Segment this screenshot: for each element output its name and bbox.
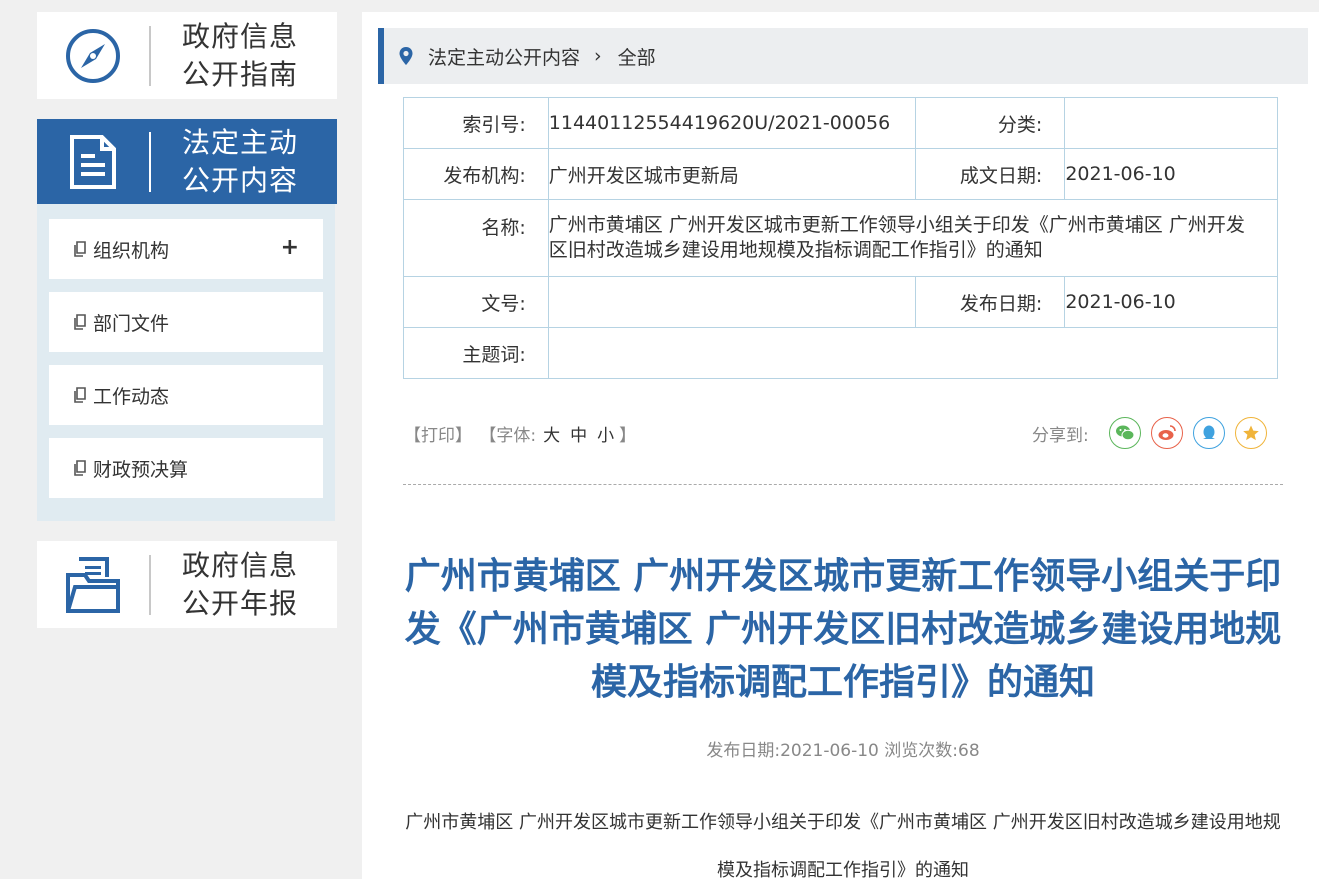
category-value <box>1064 97 1278 149</box>
index-value: 11440112554419620U/2021-00056 <box>547 97 916 149</box>
active-section-card[interactable]: 法定主动 公开内容 <box>37 119 337 204</box>
written-date-value: 2021-06-10 <box>1064 148 1278 200</box>
submenu-item-label: 财政预决算 <box>93 458 189 481</box>
subject-label: 主题词: <box>403 327 549 379</box>
breadcrumb-current[interactable]: 全部 <box>618 43 656 70</box>
subject-value <box>547 327 1279 379</box>
org-label: 发布机构: <box>403 148 549 200</box>
submenu-item-budget[interactable]: 财政预决算 <box>49 438 323 498</box>
submenu-item-work-news[interactable]: 工作动态 <box>49 365 323 425</box>
share-bar: 分享到: <box>1032 417 1277 449</box>
article-body: 广州市黄埔区 广州开发区城市更新工作领导小组关于印发《广州市黄埔区 广州开发区旧… <box>405 812 1281 879</box>
written-date-label: 成文日期: <box>914 148 1066 200</box>
copy-icon <box>74 387 86 403</box>
copy-icon <box>74 314 86 330</box>
name-label: 名称: <box>403 199 549 277</box>
font-large-button[interactable]: 大 <box>543 426 560 446</box>
folder-icon <box>37 541 149 628</box>
submenu-item-label: 工作动态 <box>93 385 170 408</box>
weibo-icon[interactable] <box>1150 417 1183 449</box>
main-content: 法定主动公开内容 › 全部 索引号: 11440112554419620U/20… <box>362 12 1319 879</box>
chevron-right-icon: › <box>594 45 602 67</box>
doc-number-label: 文号: <box>403 276 549 328</box>
font-small-button[interactable]: 小 <box>597 426 614 446</box>
font-medium-button[interactable]: 中 <box>570 426 587 446</box>
org-value: 广州开发区城市更新局 <box>547 148 916 200</box>
name-value: 广州市黄埔区 广州开发区城市更新工作领导小组关于印发《广州市黄埔区 广州开发区旧… <box>547 199 1279 277</box>
font-size-label: 【字体: <box>479 426 537 446</box>
index-label: 索引号: <box>403 97 549 149</box>
article-title: 广州市黄埔区 广州开发区城市更新工作领导小组关于印发《广州市黄埔区 广州开发区旧… <box>404 556 1282 703</box>
submenu-item-label: 部门文件 <box>93 312 170 335</box>
metadata-table: 索引号: 11440112554419620U/2021-00056 分类: 发… <box>403 97 1279 379</box>
publish-date-label: 发布日期: <box>914 276 1066 328</box>
annual-report-title: 政府信息 公开年报 <box>182 548 299 620</box>
location-pin-icon <box>399 47 413 65</box>
copy-icon <box>74 460 86 476</box>
print-button[interactable]: 【打印】 <box>404 426 472 446</box>
left-sidebar: 政府信息 公开指南 法定主动 公开内容 组织机构 + 部门文件 工作动态 财政预… <box>37 12 337 628</box>
copy-icon <box>74 241 86 257</box>
active-section-title: 法定主动 公开内容 <box>182 125 299 197</box>
guide-title: 政府信息 公开指南 <box>182 19 299 91</box>
annual-report-card[interactable]: 政府信息 公开年报 <box>37 541 337 628</box>
divider <box>403 484 1283 485</box>
document-icon <box>37 119 149 204</box>
qzone-icon[interactable] <box>1234 417 1267 449</box>
submenu: 组织机构 + 部门文件 工作动态 财政预决算 <box>37 204 335 521</box>
breadcrumb: 法定主动公开内容 › 全部 <box>378 28 1308 84</box>
breadcrumb-section[interactable]: 法定主动公开内容 <box>428 43 580 70</box>
share-label: 分享到: <box>1032 425 1089 446</box>
guide-card[interactable]: 政府信息 公开指南 <box>37 12 337 99</box>
qq-icon[interactable] <box>1192 417 1225 449</box>
doc-number-value <box>547 276 916 328</box>
article-tools: 【打印】 【字体: 大中小】 <box>404 421 638 446</box>
submenu-item-dept-files[interactable]: 部门文件 <box>49 292 323 352</box>
category-label: 分类: <box>914 97 1066 149</box>
submenu-item-label: 组织机构 <box>93 239 170 262</box>
expand-button[interactable]: + <box>281 235 299 260</box>
article-meta: 发布日期:2021-06-10 浏览次数:68 <box>706 741 980 761</box>
wechat-icon[interactable] <box>1108 417 1141 449</box>
font-size-close: 】 <box>619 426 637 446</box>
submenu-item-org[interactable]: 组织机构 + <box>49 219 323 279</box>
publish-date-value: 2021-06-10 <box>1064 276 1278 328</box>
compass-icon <box>37 12 149 99</box>
